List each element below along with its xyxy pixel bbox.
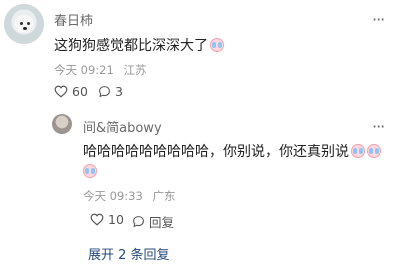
reply-count-button[interactable]: 3: [98, 84, 123, 99]
crying-face-emoji: [83, 164, 97, 178]
comment-location: 江苏: [123, 63, 147, 77]
heart-icon: [90, 213, 104, 226]
comment-icon: [133, 216, 144, 228]
comment-meta: 今天 09:21 江苏: [54, 62, 146, 78]
left-eye: [20, 22, 23, 25]
right-eye: [27, 22, 30, 25]
like-count: 60: [72, 84, 88, 99]
reply-more-icon[interactable]: ···: [372, 117, 385, 136]
expand-replies-link[interactable]: 展开 2 条回复: [88, 244, 170, 263]
comment-icon: [99, 86, 110, 98]
reply-meta: 今天 09:33 广东: [83, 188, 175, 204]
reply-location: 广东: [152, 189, 176, 203]
reply-like-button[interactable]: 10: [90, 212, 124, 227]
more-icon[interactable]: ···: [372, 10, 385, 29]
reply-text: 哈哈哈哈哈哈哈哈哈，你别说，你还真别说: [83, 142, 393, 182]
like-button[interactable]: 60: [54, 84, 88, 99]
reply-avatar[interactable]: [52, 114, 72, 134]
reply-author[interactable]: 间&简abowy: [83, 117, 162, 136]
reply-label: 回复: [149, 215, 175, 230]
heart-icon: [54, 85, 68, 98]
reply-time: 今天 09:33: [83, 189, 143, 203]
reply-like-count: 10: [108, 212, 124, 227]
crying-face-emoji: [367, 144, 381, 158]
crying-face-emoji: [351, 144, 365, 158]
reply-count: 3: [115, 84, 123, 99]
comment-author[interactable]: 春日柿: [54, 10, 93, 29]
crying-face-emoji: [210, 38, 224, 52]
comment-text-body: 这狗狗感觉都比深深大了: [54, 38, 208, 54]
reply-text-body: 哈哈哈哈哈哈哈哈哈，你别说，你还真别说: [83, 144, 349, 160]
reply-button[interactable]: 回复: [132, 212, 174, 231]
avatar[interactable]: [4, 4, 44, 44]
comment-time: 今天 09:21: [54, 63, 114, 77]
comment-text: 这狗狗感觉都比深深大了: [54, 35, 384, 55]
dog-face: [14, 15, 34, 33]
nose: [23, 27, 27, 30]
